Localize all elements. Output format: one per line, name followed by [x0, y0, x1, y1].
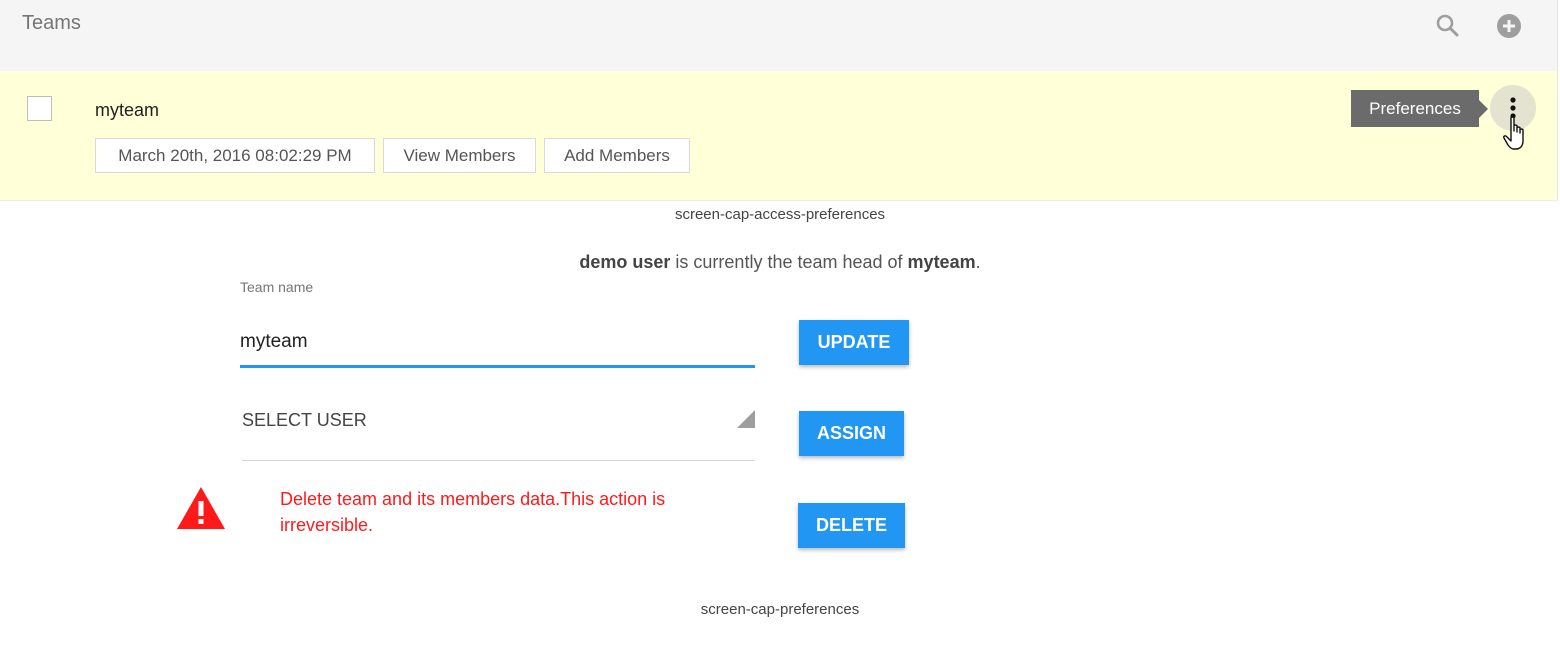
- update-button[interactable]: UPDATE: [799, 320, 909, 365]
- created-date-chip: March 20th, 2016 08:02:29 PM: [95, 138, 375, 173]
- team-select-checkbox[interactable]: [27, 96, 52, 121]
- select-user-dropdown[interactable]: SELECT USER: [242, 396, 755, 461]
- delete-warning-text: Delete team and its members data.This ac…: [280, 489, 666, 535]
- search-icon[interactable]: [1434, 12, 1462, 40]
- team-head-info: demo user is currently the team head of …: [0, 252, 1560, 273]
- head-user-name: demo user: [579, 252, 671, 272]
- hand-cursor-icon: [1503, 116, 1524, 150]
- team-name: myteam: [95, 100, 160, 120]
- warning-icon: [177, 487, 225, 529]
- head-suffix: .: [975, 252, 981, 272]
- head-team-name: myteam: [907, 252, 976, 272]
- team-name-label: Team name: [240, 279, 314, 295]
- teams-header: Teams: [0, 0, 1558, 71]
- caption-access-preferences: screen-cap-access-preferences: [674, 206, 886, 223]
- delete-button[interactable]: DELETE: [798, 503, 905, 548]
- caption-preferences: screen-cap-preferences: [700, 601, 860, 618]
- add-circle-icon[interactable]: [1495, 12, 1523, 40]
- preferences-tooltip: Preferences: [1351, 90, 1488, 127]
- dropdown-arrow-icon: [737, 410, 755, 428]
- select-user-value: SELECT USER: [242, 410, 367, 430]
- assign-button[interactable]: ASSIGN: [799, 411, 904, 456]
- page-title: Teams: [22, 12, 81, 34]
- team-row: myteam March 20th, 2016 08:02:29 PM View…: [0, 71, 1558, 201]
- view-members-button[interactable]: View Members: [383, 138, 536, 173]
- team-name-input[interactable]: [240, 318, 755, 368]
- head-text: is currently the team head of: [670, 252, 908, 272]
- add-members-button[interactable]: Add Members: [544, 138, 690, 173]
